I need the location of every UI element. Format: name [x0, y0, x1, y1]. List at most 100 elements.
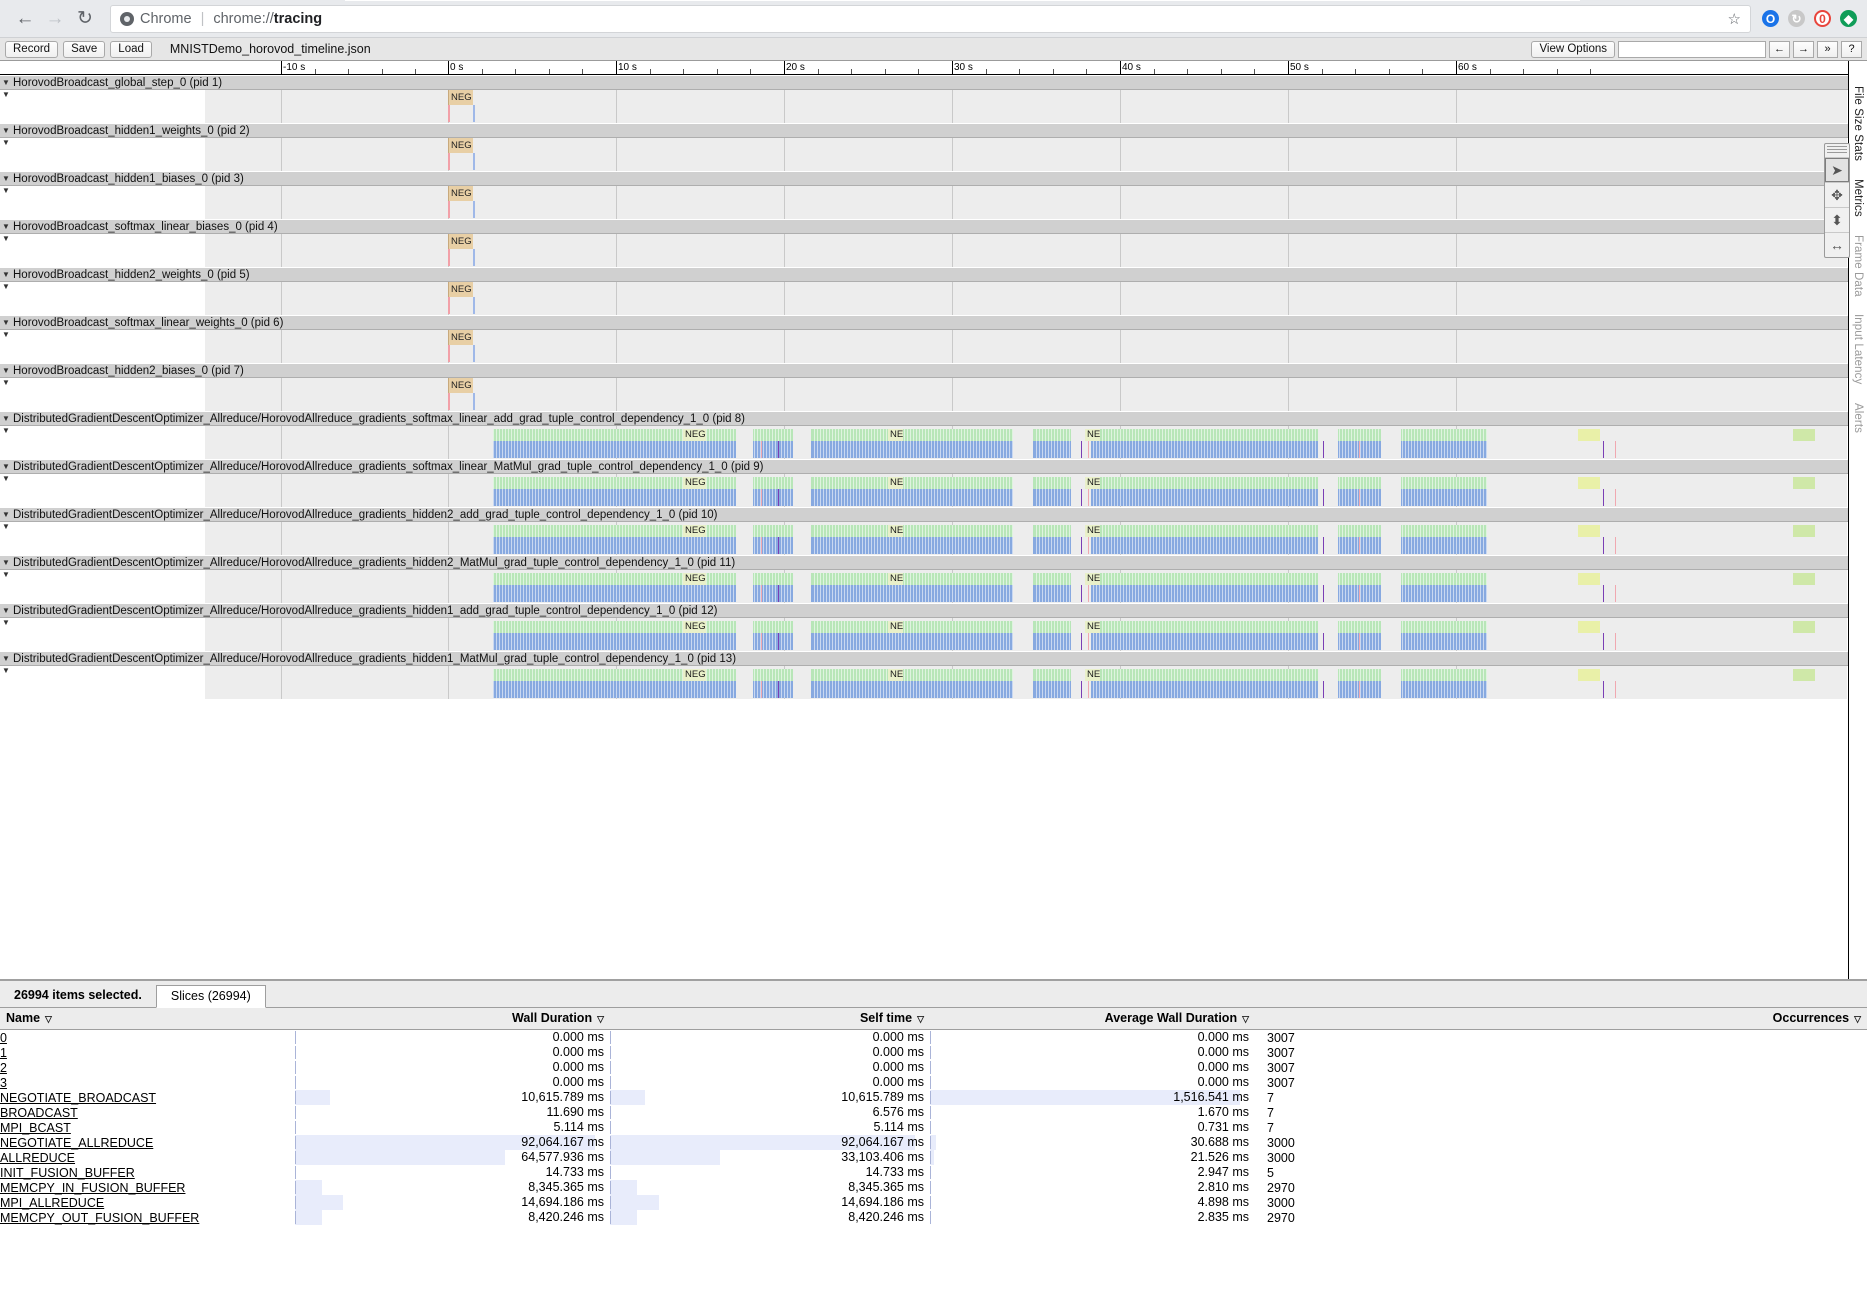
side-tab-frame-data[interactable]: Frame Data	[1851, 226, 1865, 306]
timing-mode-button[interactable]: ↔	[1825, 232, 1849, 257]
column-header-occurrences[interactable]: Occurrences▽	[1255, 1008, 1867, 1030]
table-row[interactable]: 00.000 ms0.000 ms0.000 ms3007	[0, 1030, 1867, 1046]
trace-slice[interactable]: NE	[1085, 525, 1100, 537]
trace-slice[interactable]: NEG	[448, 330, 473, 345]
save-button[interactable]: Save	[63, 41, 105, 58]
slice-name-link[interactable]: MPI_BCAST	[0, 1121, 71, 1135]
trace-slice[interactable]: NE	[888, 429, 903, 441]
process-header[interactable]: ▼DistributedGradientDescentOptimizer_All…	[0, 603, 1848, 618]
side-tab-alerts[interactable]: Alerts	[1851, 394, 1865, 442]
process-track[interactable]: ▼ NEG	[0, 138, 1848, 171]
track-canvas[interactable]: NEG	[205, 186, 1848, 219]
process-track[interactable]: ▼NEG	[0, 90, 1848, 123]
track-canvas[interactable]: NEGNENE	[205, 618, 1848, 651]
extension-red-icon[interactable]: 0	[1814, 10, 1831, 27]
track-canvas[interactable]: NEG NE NE	[205, 570, 1848, 603]
process-track[interactable]: ▼NEGNENE	[0, 666, 1848, 699]
column-header-average-wall-duration[interactable]: Average Wall Duration▽	[930, 1008, 1255, 1030]
process-header[interactable]: ▼DistributedGradientDescentOptimizer_All…	[0, 507, 1848, 522]
track-canvas[interactable]: NEG	[205, 90, 1848, 123]
table-row[interactable]: NEGOTIATE_ALLREDUCE92,064.167 ms92,064.1…	[0, 1135, 1867, 1150]
process-header[interactable]: ▼HorovodBroadcast_softmax_linear_weights…	[0, 315, 1848, 330]
thread-collapse-triangle-icon[interactable]: ▼	[2, 667, 11, 675]
process-header[interactable]: ▼DistributedGradientDescentOptimizer_All…	[0, 555, 1848, 570]
record-button[interactable]: Record	[5, 41, 58, 58]
trace-slice[interactable]: NE	[1085, 429, 1100, 441]
slice-name-link[interactable]: 1	[0, 1046, 7, 1060]
trace-slice[interactable]: NE	[1085, 573, 1100, 585]
collapse-triangle-icon[interactable]: ▼	[2, 223, 11, 231]
thread-collapse-triangle-icon[interactable]: ▼	[2, 139, 11, 147]
track-canvas[interactable]: NEGNENE	[205, 474, 1848, 507]
process-track[interactable]: ▼NEG	[0, 282, 1848, 315]
overflow-button[interactable]: »	[1817, 41, 1838, 58]
table-row[interactable]: 30.000 ms0.000 ms0.000 ms3007	[0, 1075, 1867, 1090]
collapse-triangle-icon[interactable]: ▼	[2, 463, 11, 471]
collapse-triangle-icon[interactable]: ▼	[2, 415, 11, 423]
process-track[interactable]: ▼ NEG NE NE	[0, 570, 1848, 603]
table-row[interactable]: MPI_ALLREDUCE14,694.186 ms14,694.186 ms4…	[0, 1195, 1867, 1210]
help-button[interactable]: ?	[1841, 41, 1862, 58]
collapse-triangle-icon[interactable]: ▼	[2, 79, 11, 87]
process-track[interactable]: ▼NEGNENE	[0, 618, 1848, 651]
column-header-wall-duration[interactable]: Wall Duration▽	[295, 1008, 610, 1030]
time-ruler[interactable]: -10 s0 s10 s20 s30 s40 s50 s60 s	[0, 61, 1848, 75]
search-next-button[interactable]: →	[1793, 41, 1814, 58]
track-canvas[interactable]: NEG	[205, 330, 1848, 363]
track-canvas[interactable]: NEG	[205, 138, 1848, 171]
trace-slice[interactable]: NEG	[683, 573, 706, 585]
side-tab-file-size-stats[interactable]: File Size Stats	[1851, 77, 1865, 170]
trace-slice[interactable]: NEG	[683, 525, 706, 537]
extension-gray-icon[interactable]: ↻	[1788, 10, 1805, 27]
collapse-triangle-icon[interactable]: ▼	[2, 319, 11, 327]
slice-name-link[interactable]: INIT_FUSION_BUFFER	[0, 1166, 135, 1180]
timeline-tracks[interactable]: -10 s0 s10 s20 s30 s40 s50 s60 s ▼Horovo…	[0, 61, 1848, 979]
thread-collapse-triangle-icon[interactable]: ▼	[2, 283, 11, 291]
thread-collapse-triangle-icon[interactable]: ▼	[2, 571, 11, 579]
trace-slice[interactable]: NE	[888, 573, 903, 585]
trace-slice[interactable]: NE	[888, 669, 903, 681]
process-track[interactable]: ▼NEG	[0, 234, 1848, 267]
side-tab-input-latency[interactable]: Input Latency	[1851, 305, 1865, 393]
reload-icon[interactable]: ↻	[70, 4, 100, 34]
sort-caret-icon[interactable]: ▽	[917, 1014, 924, 1024]
trace-slice[interactable]: NEG	[683, 477, 706, 489]
process-track[interactable]: ▼ NEG	[0, 186, 1848, 219]
address-bar[interactable]: Chrome | chrome://tracing ☆	[110, 5, 1751, 33]
thread-collapse-triangle-icon[interactable]: ▼	[2, 187, 11, 195]
select-mode-button[interactable]: ➤	[1825, 157, 1849, 182]
trace-slice[interactable]: NE	[1085, 669, 1100, 681]
extension-green-icon[interactable]: ◆	[1840, 10, 1857, 27]
thread-collapse-triangle-icon[interactable]: ▼	[2, 523, 11, 531]
trace-slice[interactable]: NEG	[448, 378, 473, 393]
table-row[interactable]: ALLREDUCE64,577.936 ms33,103.406 ms21.52…	[0, 1150, 1867, 1165]
process-header[interactable]: ▼HorovodBroadcast_hidden1_biases_0 (pid …	[0, 171, 1848, 186]
table-row[interactable]: MEMCPY_IN_FUSION_BUFFER8,345.365 ms8,345…	[0, 1180, 1867, 1195]
process-header[interactable]: ▼HorovodBroadcast_hidden2_biases_0 (pid …	[0, 363, 1848, 378]
pan-mode-button[interactable]: ✥	[1825, 182, 1849, 207]
sort-caret-icon[interactable]: ▽	[597, 1014, 604, 1024]
trace-slice[interactable]: NEG	[448, 90, 473, 105]
thread-collapse-triangle-icon[interactable]: ▼	[2, 331, 11, 339]
collapse-triangle-icon[interactable]: ▼	[2, 175, 11, 183]
collapse-triangle-icon[interactable]: ▼	[2, 511, 11, 519]
bookmark-star-icon[interactable]: ☆	[1728, 10, 1741, 28]
track-canvas[interactable]: NEGNENE	[205, 666, 1848, 699]
process-track[interactable]: ▼ NEG	[0, 330, 1848, 363]
table-row[interactable]: BROADCAST11.690 ms6.576 ms1.670 ms7	[0, 1105, 1867, 1120]
trace-slice[interactable]: NEG	[683, 621, 706, 633]
zoom-mode-button[interactable]: ⬍	[1825, 207, 1849, 232]
trace-slice[interactable]: NEG	[448, 186, 473, 201]
navigation-mode-panel[interactable]: ➤ ✥ ⬍ ↔	[1824, 143, 1850, 258]
trace-slice[interactable]: NE	[888, 621, 903, 633]
process-track[interactable]: ▼NEGNENE	[0, 426, 1848, 459]
slice-name-link[interactable]: BROADCAST	[0, 1106, 78, 1120]
search-prev-button[interactable]: ←	[1769, 41, 1790, 58]
collapse-triangle-icon[interactable]: ▼	[2, 271, 11, 279]
table-row[interactable]: 10.000 ms0.000 ms0.000 ms3007	[0, 1045, 1867, 1060]
thread-collapse-triangle-icon[interactable]: ▼	[2, 475, 11, 483]
slice-name-link[interactable]: 2	[0, 1061, 7, 1075]
process-header[interactable]: ▼DistributedGradientDescentOptimizer_All…	[0, 651, 1848, 666]
back-arrow-icon[interactable]: ←	[10, 4, 40, 34]
trace-slice[interactable]: NEG	[448, 138, 473, 153]
